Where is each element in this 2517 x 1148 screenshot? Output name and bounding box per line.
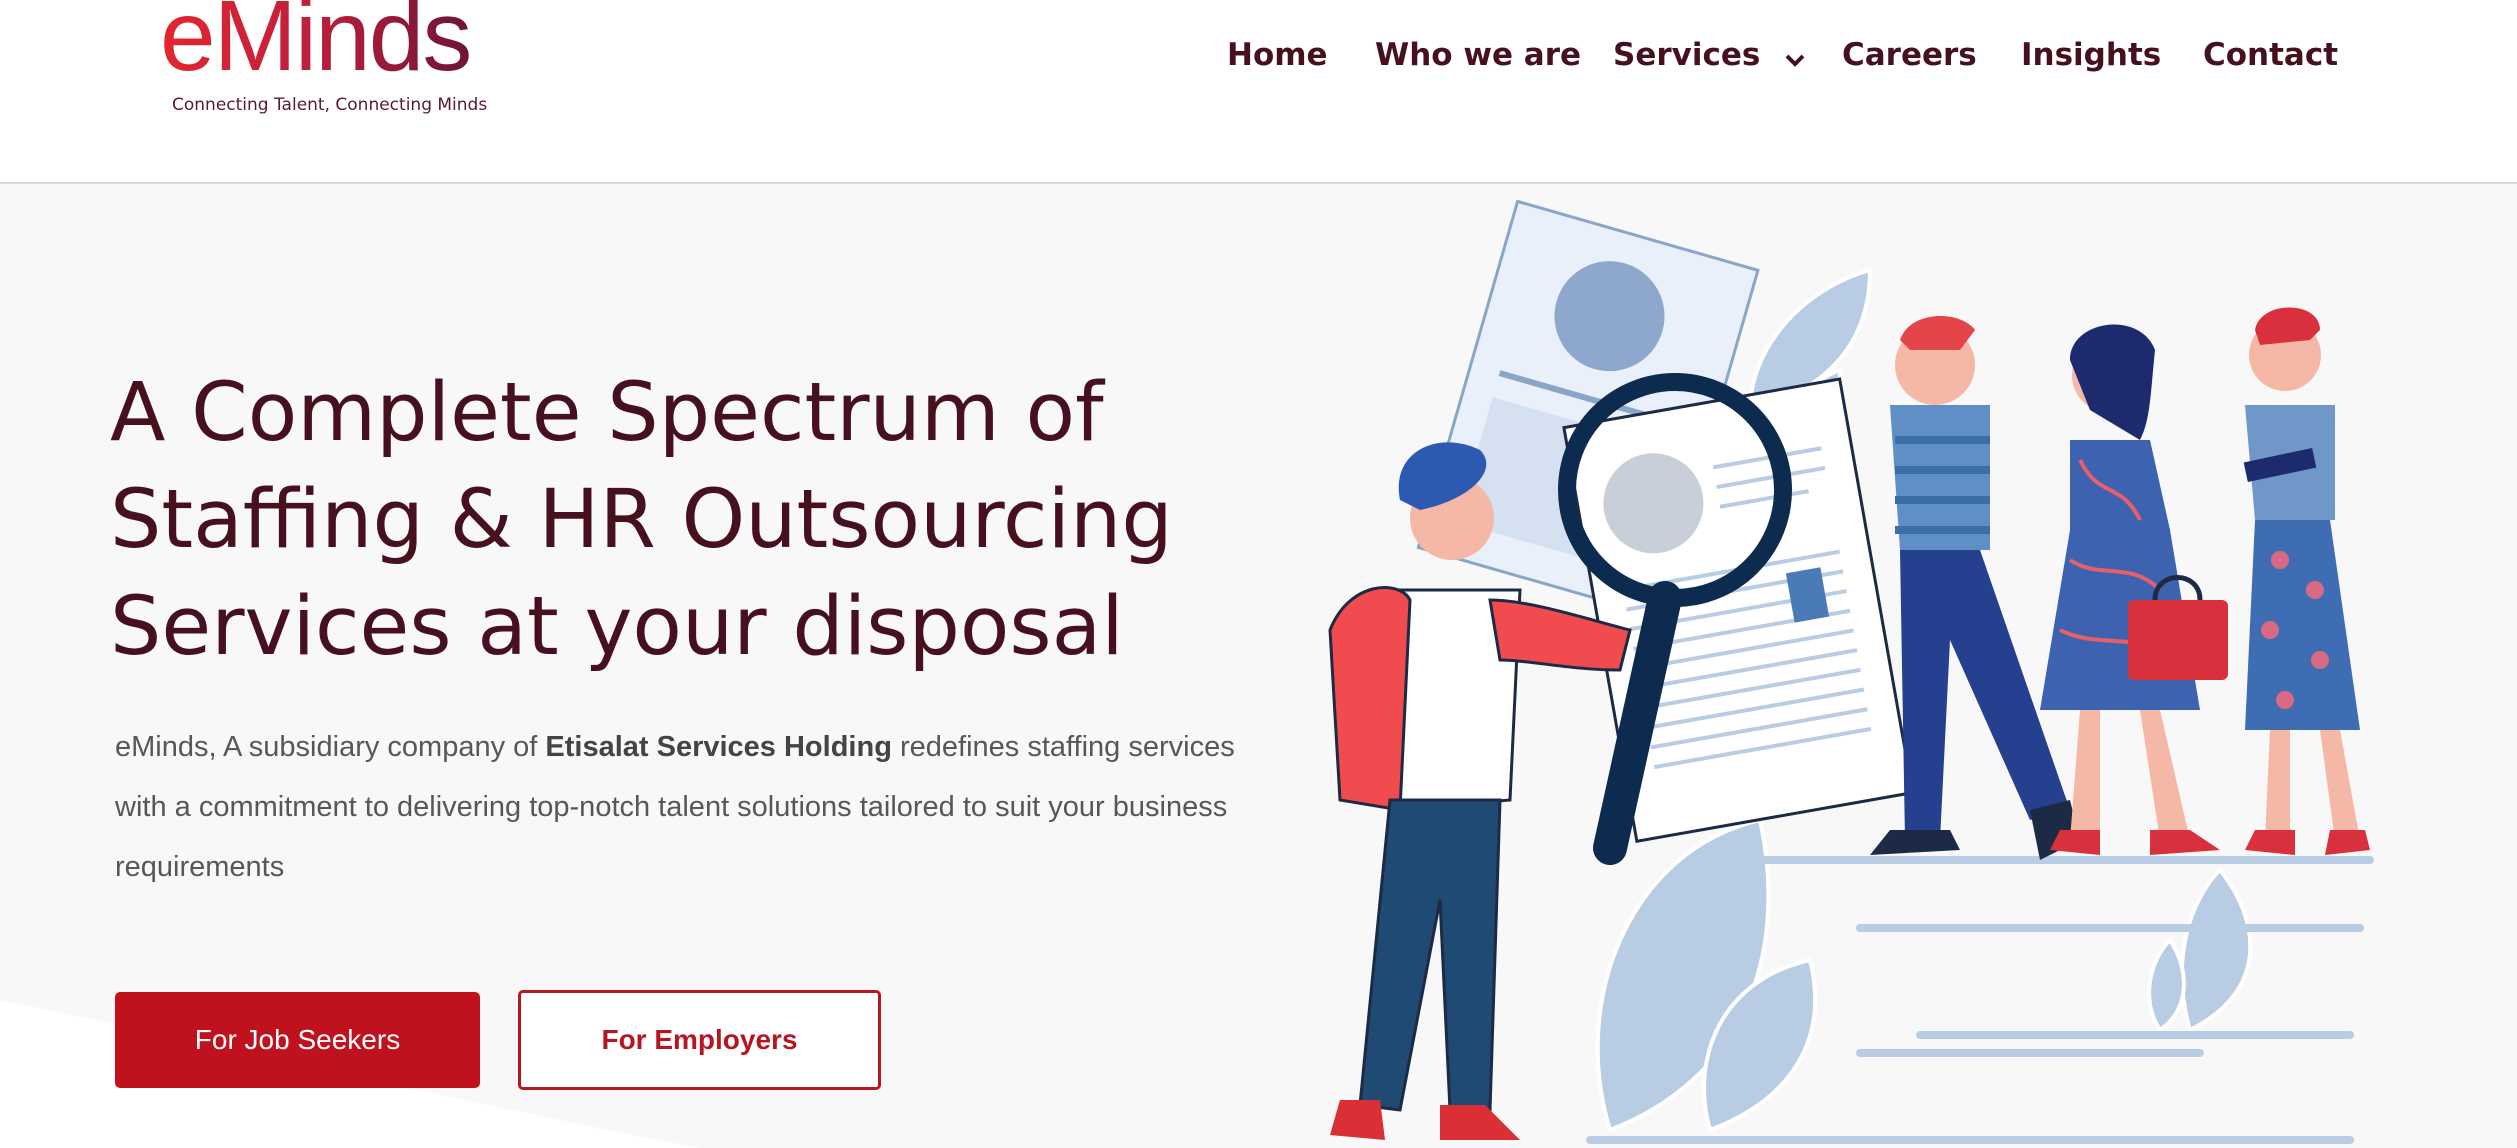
nav-item-insights[interactable]: Insights bbox=[2021, 30, 2161, 80]
site-header: eMinds Connecting Talent, Connecting Min… bbox=[0, 0, 2517, 184]
nav-item-label: Services bbox=[1613, 37, 1761, 73]
nav-item-label: Who we are bbox=[1375, 37, 1582, 73]
hero-title-line: A Complete Spectrum of bbox=[110, 366, 1104, 460]
job-seekers-button[interactable]: For Job Seekers bbox=[115, 992, 480, 1088]
person-woman-blue-skirt bbox=[2243, 307, 2370, 855]
nav-item-label: Careers bbox=[1842, 37, 1977, 73]
hero-title-line: Services at your disposal bbox=[110, 580, 1124, 674]
person-woman-patterned-dress bbox=[2040, 324, 2228, 855]
nav-item-label: Home bbox=[1227, 37, 1328, 73]
recruitment-illustration bbox=[1328, 200, 2374, 1144]
nav-item-who-we-are[interactable]: Who we are bbox=[1375, 30, 1581, 80]
hero-description-company: Etisalat Services Holding bbox=[545, 731, 892, 763]
nav-item-label: Contact bbox=[2203, 37, 2339, 73]
nav-item-services[interactable]: Services bbox=[1613, 30, 1805, 80]
hero-title-line: Staffing & HR Outsourcing bbox=[110, 473, 1173, 567]
employers-button[interactable]: For Employers bbox=[518, 990, 881, 1090]
nav-item-contact[interactable]: Contact bbox=[2203, 30, 2338, 80]
hero-title: A Complete Spectrum of Staffing & HR Out… bbox=[110, 360, 1230, 681]
nav-item-home[interactable]: Home bbox=[1227, 30, 1328, 80]
nav-item-label: Insights bbox=[2021, 37, 2162, 73]
hero-description: eMinds, A subsidiary company of Etisalat… bbox=[115, 717, 1235, 897]
brand-tagline: Connecting Talent, Connecting Minds bbox=[172, 95, 488, 115]
brand-logo[interactable]: eMinds Connecting Talent, Connecting Min… bbox=[160, 0, 500, 120]
brand-logo-wordmark: eMinds bbox=[160, 0, 472, 86]
chevron-down-icon bbox=[1785, 32, 1805, 82]
hero-description-prefix: eMinds, A subsidiary company of bbox=[115, 731, 546, 763]
nav-item-careers[interactable]: Careers bbox=[1842, 30, 1977, 80]
